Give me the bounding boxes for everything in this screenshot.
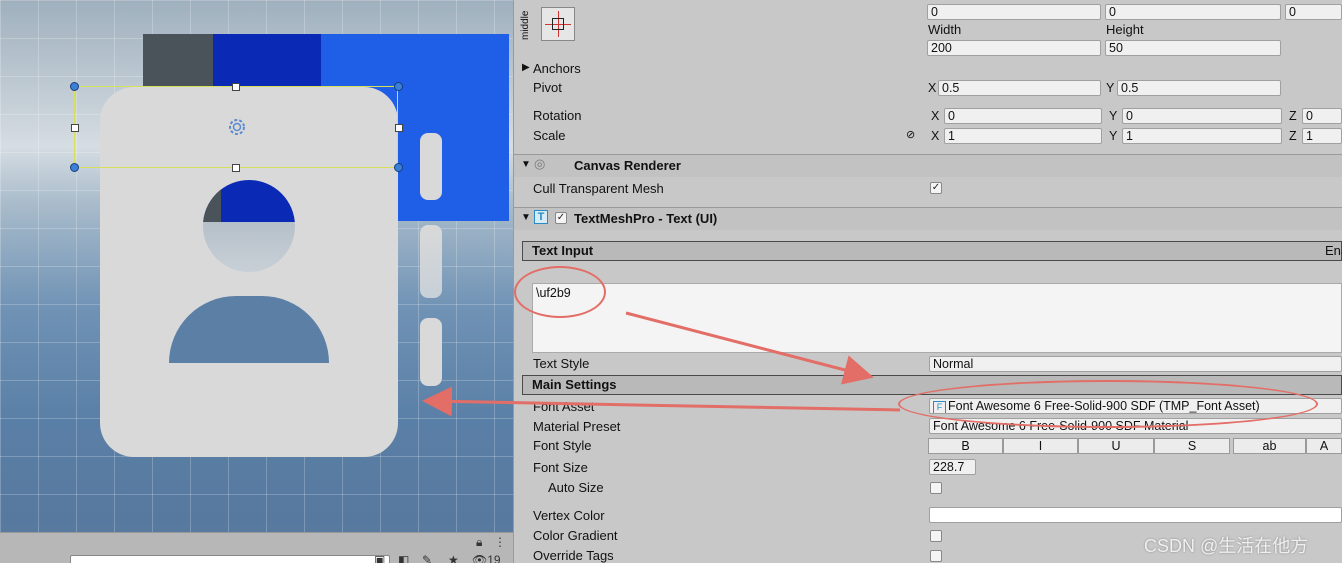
rotation-x-axis-label: X: [931, 109, 940, 123]
pivot-y-axis-label: Y: [1106, 81, 1115, 95]
font-size-label: Font Size: [533, 460, 588, 475]
scale-x-axis-label: X: [931, 129, 940, 143]
scale-z-field[interactable]: 1: [1302, 128, 1342, 144]
cull-transparent-mesh-label: Cull Transparent Mesh: [533, 181, 664, 196]
rotation-z-field[interactable]: 0: [1302, 108, 1342, 124]
pivot-y-field[interactable]: 0.5: [1117, 80, 1281, 96]
rotation-x-field[interactable]: 0: [944, 108, 1102, 124]
text-input-label: Text Input: [532, 243, 594, 258]
color-gradient-label: Color Gradient: [533, 528, 618, 543]
pos-z-field[interactable]: 0: [1285, 4, 1342, 20]
edge-handle-bottom[interactable]: [232, 164, 240, 172]
font-style-label: Font Style: [533, 438, 592, 453]
annotation-ellipse-font-asset: [898, 380, 1318, 428]
foldout-arrow-icon[interactable]: ▼: [521, 159, 531, 170]
width-field[interactable]: 200: [927, 40, 1101, 56]
anchors-foldout-arrow[interactable]: ▶: [522, 62, 530, 73]
scale-x-field[interactable]: 1: [944, 128, 1102, 144]
pivot-label: Pivot: [533, 80, 562, 95]
edge-handle-right[interactable]: [395, 124, 403, 132]
canvas-renderer-icon: ◎: [534, 156, 546, 171]
tmp-header[interactable]: ▼ T ✓ TextMeshPro - Text (UI): [514, 207, 1342, 230]
annotation-ellipse-text: [514, 266, 606, 318]
corner-handle-bl[interactable]: [70, 163, 79, 172]
vertex-color-field[interactable]: [929, 507, 1342, 523]
pivot-x-axis-label: X: [928, 81, 937, 95]
scale-label: Scale: [533, 128, 566, 143]
material-preset-label: Material Preset: [533, 419, 621, 434]
side-pill-1: [420, 133, 442, 200]
canvas-renderer-title: Canvas Renderer: [574, 158, 681, 173]
layer-count: 19: [487, 553, 501, 563]
corner-handle-br[interactable]: [394, 163, 403, 172]
glyph-head-circle: [203, 180, 295, 272]
text-style-label: Text Style: [533, 356, 590, 371]
color-gradient-checkbox[interactable]: [930, 530, 942, 542]
visibility-icon[interactable]: 👁︎19: [472, 553, 512, 563]
scale-z-axis-label: Z: [1289, 129, 1297, 143]
lock-icon[interactable]: 🔒︎: [476, 535, 494, 549]
anchor-preset-label: middle: [520, 10, 531, 40]
cull-transparent-mesh-checkbox[interactable]: ✓: [930, 182, 942, 194]
uppercase-button[interactable]: A: [1306, 438, 1342, 454]
enable-rtl-label[interactable]: Ena: [1325, 243, 1342, 258]
font-size-field[interactable]: 228.7: [929, 459, 976, 475]
edge-handle-left[interactable]: [71, 124, 79, 132]
dark-gray-block: [143, 34, 213, 87]
vertex-color-label: Vertex Color: [533, 508, 605, 523]
foldout-arrow-icon[interactable]: ▼: [521, 212, 531, 223]
underline-button[interactable]: U: [1078, 438, 1154, 454]
width-label: Width: [928, 22, 962, 37]
height-field[interactable]: 50: [1105, 40, 1281, 56]
anchor-preset-icon[interactable]: [541, 7, 575, 41]
pos-y-field[interactable]: 0: [1105, 4, 1281, 20]
auto-size-label: Auto Size: [548, 480, 604, 495]
fx-icon[interactable]: ◧: [398, 553, 416, 563]
canvas-renderer-header[interactable]: ▼ ◎ Canvas Renderer: [514, 154, 1342, 177]
auto-size-checkbox[interactable]: [930, 482, 942, 494]
text-input-section[interactable]: Text Input Ena: [522, 241, 1342, 261]
constrain-proportions-icon[interactable]: ⊘: [906, 128, 915, 141]
main-settings-label: Main Settings: [532, 377, 617, 392]
side-pill-3: [420, 318, 442, 386]
text-style-dropdown[interactable]: Normal: [929, 356, 1342, 372]
corner-handle-tr[interactable]: [394, 82, 403, 91]
star-icon[interactable]: ★: [448, 553, 466, 563]
anchors-label[interactable]: Anchors: [533, 61, 581, 76]
pivot-icon[interactable]: [226, 116, 248, 138]
watermark-text: CSDN @生活在他方: [1144, 536, 1309, 556]
override-tags-label: Override Tags: [533, 548, 614, 563]
rotation-y-axis-label: Y: [1109, 109, 1118, 123]
corner-handle-tl[interactable]: [70, 82, 79, 91]
scene-view[interactable]: 🔒︎ ⋮ ▣ ◧ ✎ ★ 👁︎19: [0, 0, 513, 563]
menu-icon[interactable]: ⋮: [494, 535, 512, 549]
lowercase-button[interactable]: ab: [1233, 438, 1306, 454]
scale-y-field[interactable]: 1: [1122, 128, 1282, 144]
scale-y-axis-label: Y: [1109, 129, 1118, 143]
dark-blue-block: [213, 34, 321, 87]
tool-icon[interactable]: ✎: [422, 553, 440, 563]
height-label: Height: [1106, 22, 1144, 37]
toggle-icon[interactable]: ▣: [374, 553, 392, 563]
tmp-text-icon: T: [534, 210, 548, 224]
text-input-field[interactable]: \uf2b9: [532, 283, 1342, 353]
rotation-z-axis-label: Z: [1289, 109, 1297, 123]
side-pill-2: [420, 225, 442, 298]
override-tags-checkbox[interactable]: [930, 550, 942, 562]
pivot-x-field[interactable]: 0.5: [938, 80, 1101, 96]
scene-search-input[interactable]: [70, 555, 390, 563]
rotation-label: Rotation: [533, 108, 582, 123]
pos-x-field[interactable]: 0: [927, 4, 1101, 20]
strikethrough-button[interactable]: S: [1154, 438, 1230, 454]
rotation-y-field[interactable]: 0: [1122, 108, 1282, 124]
font-asset-label: Font Asset: [533, 399, 595, 414]
italic-button[interactable]: I: [1003, 438, 1078, 454]
edge-handle-top[interactable]: [232, 83, 240, 91]
tmp-enabled-checkbox[interactable]: ✓: [555, 212, 567, 224]
tmp-title: TextMeshPro - Text (UI): [574, 211, 718, 226]
bold-button[interactable]: B: [928, 438, 1003, 454]
scene-toolbar: 🔒︎ ⋮ ▣ ◧ ✎ ★ 👁︎19: [0, 532, 513, 563]
